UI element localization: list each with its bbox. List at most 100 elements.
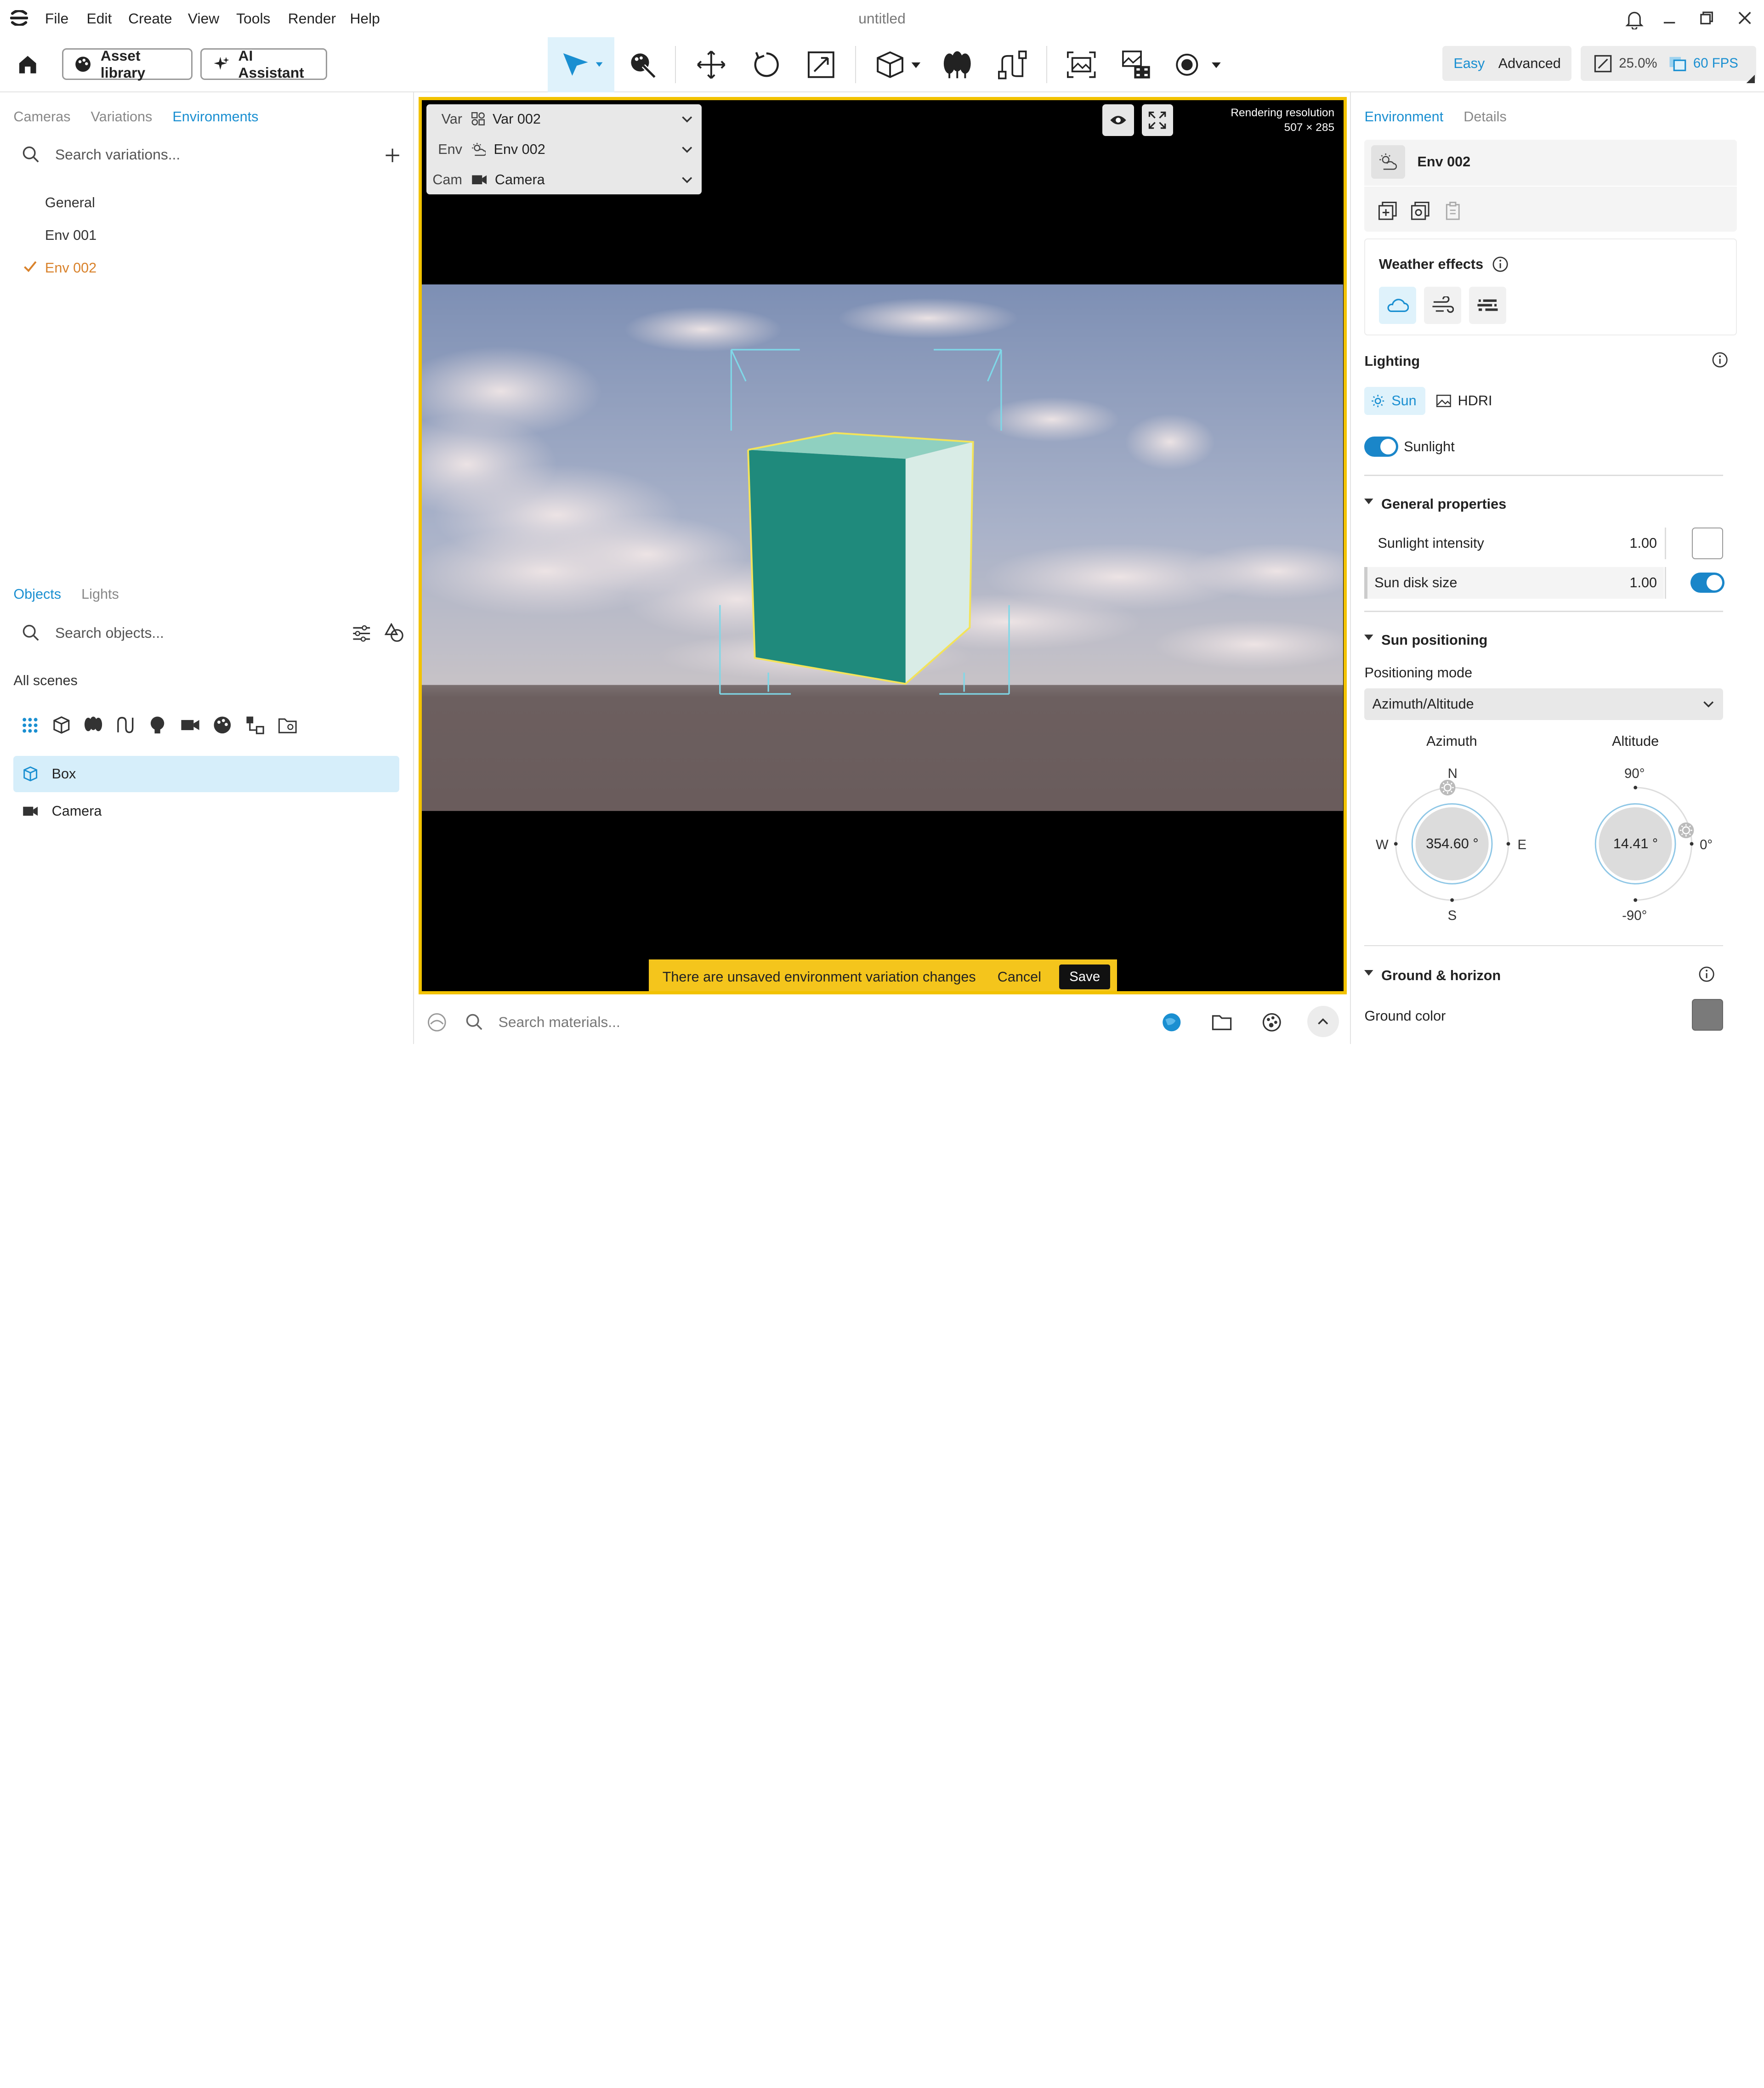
3d-viewport[interactable]: Var Var 002 Env Env 002 Cam Camera Rende… [418,96,1347,995]
duplicate-icon[interactable] [1378,201,1397,221]
info-icon[interactable] [1492,256,1508,272]
sun-disk-size-row[interactable]: Sun disk size 1.00 [1364,567,1664,599]
hdri-mode-button[interactable]: HDRI [1436,387,1492,415]
folder-filter-icon[interactable] [278,717,297,734]
sun-disk-size-value[interactable]: 1.00 [1629,575,1657,591]
close-icon[interactable] [1737,10,1753,26]
curve-filter-icon[interactable] [116,715,135,735]
hierarchy-filter-icon[interactable] [245,715,265,735]
object-row-camera[interactable]: Camera [13,793,399,829]
altitude-value[interactable]: 14.41 ° [1591,836,1681,852]
all-scenes-label[interactable]: All scenes [13,673,77,689]
fullscreen-button[interactable] [1141,104,1174,136]
folder-icon[interactable] [1212,1014,1232,1031]
performance-readout[interactable]: 25.0% 60 FPS [1581,46,1756,81]
tab-variations[interactable]: Variations [91,109,153,125]
tab-lights[interactable]: Lights [81,586,119,602]
mode-easy-button[interactable]: Easy [1453,56,1485,72]
material-library-icon[interactable] [1262,1013,1282,1032]
tab-objects[interactable]: Objects [13,586,61,602]
tab-environment[interactable]: Environment [1364,109,1443,125]
mode-advanced-button[interactable]: Advanced [1498,56,1561,72]
render-image-tool[interactable] [1060,37,1102,92]
sunlight-toggle[interactable] [1364,436,1398,457]
ground-color-swatch[interactable] [1691,999,1724,1031]
menu-help[interactable]: Help [350,10,380,27]
var-selector[interactable]: Var Var 002 [426,104,702,134]
env-item-general[interactable]: General [45,195,95,211]
menu-render[interactable]: Render [288,10,336,27]
menu-edit[interactable]: Edit [87,10,112,27]
sunlight-color-swatch[interactable] [1691,528,1724,559]
caret-down-icon[interactable] [1364,970,1374,977]
add-primitive-tool[interactable] [868,37,925,92]
fog-effect-button[interactable] [1469,286,1506,324]
objects-search-input[interactable]: Search objects... [55,624,164,641]
material-preview-icon[interactable] [427,1013,447,1032]
rotate-tool[interactable] [745,37,788,92]
material-picker-tool[interactable] [621,37,664,92]
settings-copy-icon[interactable] [1411,201,1430,221]
path-tool[interactable] [991,37,1034,92]
env-item-env-002[interactable]: Env 002 [45,260,96,276]
menu-create[interactable]: Create [128,10,172,27]
cube-filter-icon[interactable] [52,715,71,735]
menu-tools[interactable]: Tools [236,10,270,27]
trees-filter-icon[interactable] [83,715,103,735]
camera-filter-icon[interactable] [180,718,200,732]
save-button[interactable]: Save [1059,965,1111,989]
general-properties-title[interactable]: General properties [1381,496,1506,512]
info-icon[interactable] [1699,966,1714,982]
tab-details[interactable]: Details [1463,109,1507,125]
env-selector[interactable]: Env Env 002 [426,135,702,164]
add-variation-button[interactable] [385,148,400,163]
sun-disk-toggle[interactable] [1690,573,1724,593]
minimize-icon[interactable] [1662,9,1677,27]
variations-search-input[interactable]: Search variations... [55,146,180,163]
render-animation-tool[interactable] [1115,37,1157,92]
filter-icon[interactable] [352,624,371,642]
env-item-env-001[interactable]: Env 001 [45,227,96,244]
sun-positioning-title[interactable]: Sun positioning [1381,632,1487,648]
record-dropdown-tool[interactable] [1170,37,1226,92]
asset-library-button[interactable]: Asset library [62,47,193,81]
tab-environments[interactable]: Environments [172,109,258,125]
object-row-box[interactable]: Box [13,756,400,792]
ai-assistant-button[interactable]: AI Assistant [200,47,328,81]
sunlight-intensity-row[interactable]: Sunlight intensity 1.00 [1364,528,1663,559]
bell-icon[interactable] [1624,9,1645,29]
caret-down-icon[interactable] [1364,634,1374,641]
menu-file[interactable]: File [45,10,68,27]
sunlight-intensity-value[interactable]: 1.00 [1629,535,1657,551]
vegetation-tool[interactable] [936,37,979,92]
grid-all-icon[interactable] [22,717,39,734]
move-tool[interactable] [690,37,732,92]
select-tool-button[interactable] [548,37,614,92]
scale-tool[interactable] [800,37,843,92]
ground-horizon-title[interactable]: Ground & horizon [1381,968,1501,984]
home-icon[interactable] [17,54,39,74]
clouds-effect-button[interactable] [1378,286,1416,324]
app-logo-icon[interactable] [10,10,28,26]
wind-effect-button[interactable] [1424,286,1461,324]
info-icon[interactable] [1712,352,1728,368]
expand-materials-button[interactable] [1307,1005,1339,1038]
cancel-button[interactable]: Cancel [998,969,1041,985]
camera-selector[interactable]: Cam Camera [426,165,702,195]
visibility-toggle-button[interactable] [1102,104,1134,136]
globe-icon[interactable] [1162,1013,1181,1032]
ground-color-label: Ground color [1364,1008,1446,1024]
sun-mode-button[interactable]: Sun [1364,387,1425,415]
paste-icon[interactable] [1443,201,1463,221]
restore-icon[interactable] [1699,10,1714,26]
environment-name[interactable]: Env 002 [1418,154,1471,170]
materials-search-input[interactable]: Search materials... [499,1014,620,1031]
tab-cameras[interactable]: Cameras [13,109,70,125]
menu-view[interactable]: View [188,10,219,27]
azimuth-value[interactable]: 354.60 ° [1407,836,1497,852]
positioning-mode-select[interactable]: Azimuth/Altitude [1364,688,1724,720]
material-filter-icon[interactable] [213,715,232,735]
shapes-icon[interactable] [385,623,404,642]
bulb-filter-icon[interactable] [148,715,166,735]
caret-down-icon[interactable] [1364,498,1374,505]
